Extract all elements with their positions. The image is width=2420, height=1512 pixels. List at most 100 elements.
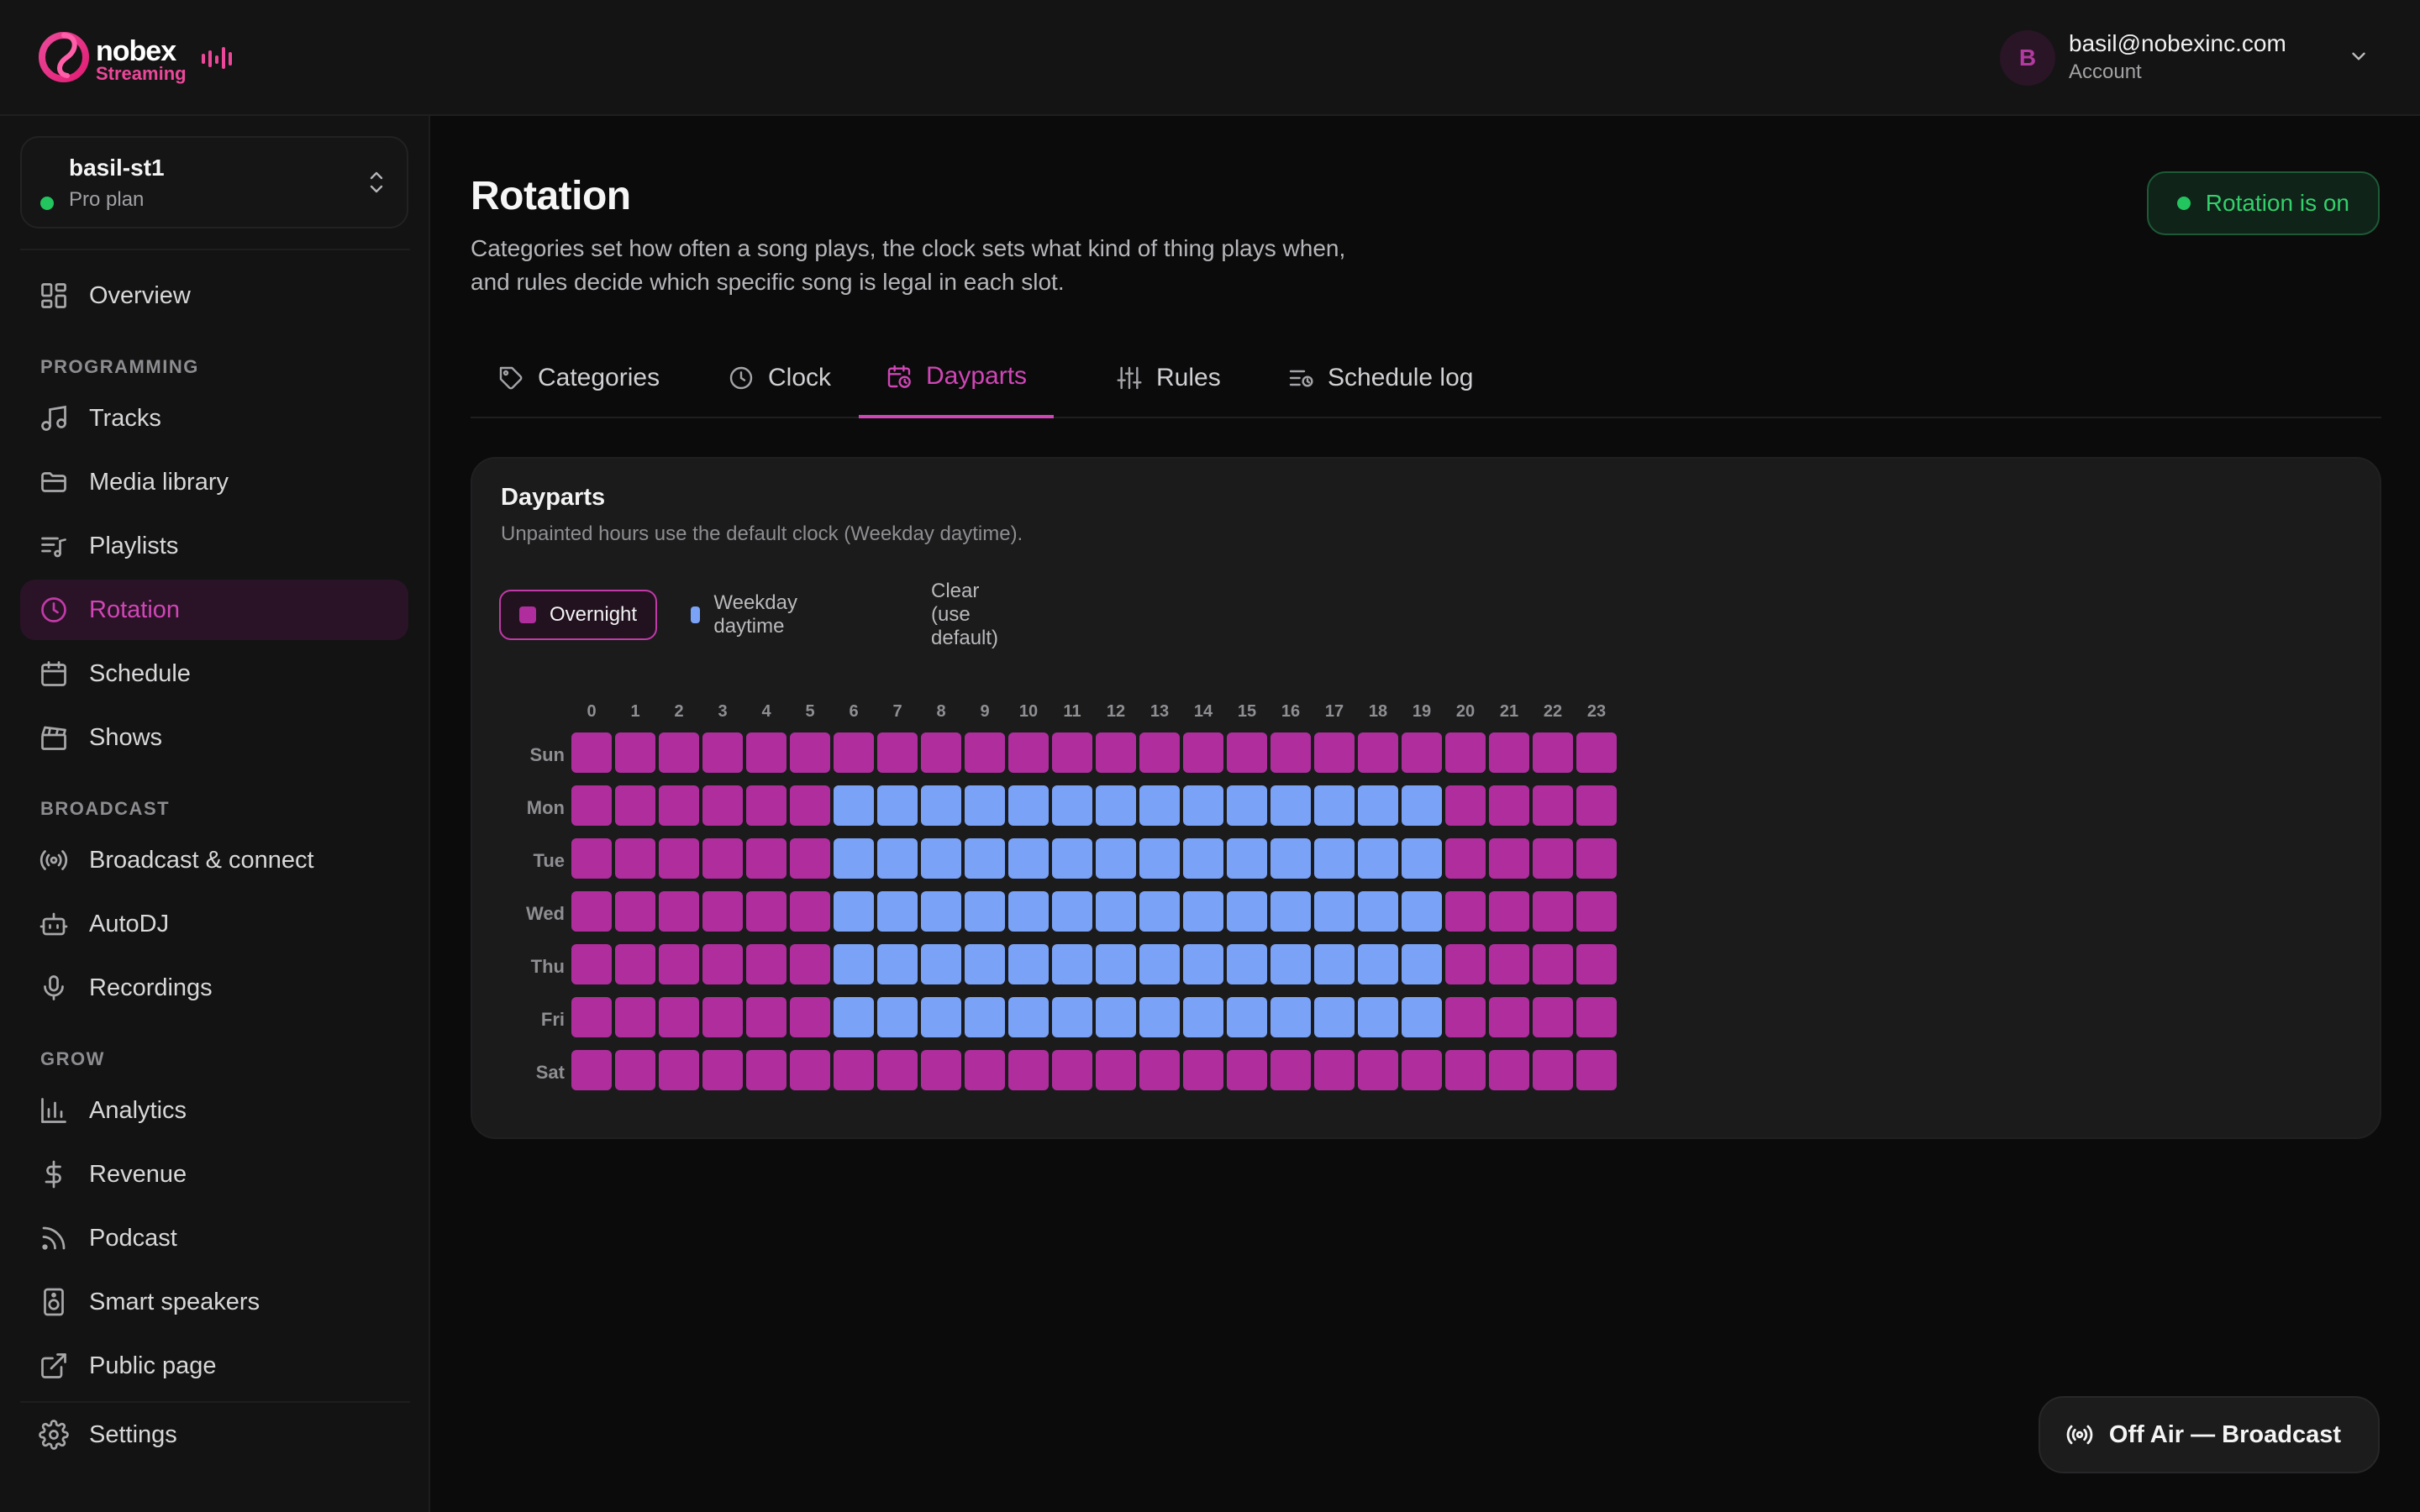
grid-cell[interactable] [1227,1050,1267,1090]
grid-cell[interactable] [1314,732,1355,773]
grid-cell[interactable] [1489,785,1529,826]
sidebar-item-rotation[interactable]: Rotation [20,580,408,640]
grid-cell[interactable] [1402,891,1442,932]
sidebar-item-shows[interactable]: Shows [20,707,408,768]
grid-cell[interactable] [1533,944,1573,984]
sidebar-item-autodj[interactable]: AutoDJ [20,894,408,954]
grid-cell[interactable] [1052,997,1092,1037]
grid-cell[interactable] [1445,785,1486,826]
grid-cell[interactable] [965,785,1005,826]
grid-cell[interactable] [1402,732,1442,773]
tab-schedule-log[interactable]: Schedule log [1260,338,1500,418]
grid-cell[interactable] [877,1050,918,1090]
grid-cell[interactable] [746,732,786,773]
grid-cell[interactable] [1489,944,1529,984]
brand-logo[interactable]: nobex Streaming [39,24,240,94]
grid-cell[interactable] [834,838,874,879]
grid-cell[interactable] [1227,944,1267,984]
grid-cell[interactable] [571,732,612,773]
grid-cell[interactable] [1576,997,1617,1037]
grid-cell[interactable] [702,838,743,879]
grid-cell[interactable] [790,997,830,1037]
sidebar-item-overview[interactable]: Overview [20,265,408,326]
grid-cell[interactable] [1052,785,1092,826]
sidebar-item-revenue[interactable]: Revenue [20,1144,408,1205]
grid-cell[interactable] [1489,838,1529,879]
grid-cell[interactable] [1533,732,1573,773]
grid-cell[interactable] [1183,997,1223,1037]
grid-cell[interactable] [1139,891,1180,932]
grid-cell[interactable] [834,891,874,932]
grid-cell[interactable] [1489,997,1529,1037]
grid-cell[interactable] [921,732,961,773]
grid-cell[interactable] [571,785,612,826]
grid-cell[interactable] [1270,732,1311,773]
grid-cell[interactable] [1402,785,1442,826]
grid-cell[interactable] [1139,944,1180,984]
grid-cell[interactable] [921,944,961,984]
grid-cell[interactable] [921,891,961,932]
sidebar-item-recordings[interactable]: Recordings [20,958,408,1018]
grid-cell[interactable] [1533,1050,1573,1090]
grid-cell[interactable] [571,944,612,984]
sidebar-item-tracks[interactable]: Tracks [20,388,408,449]
grid-cell[interactable] [965,838,1005,879]
grid-cell[interactable] [1576,1050,1617,1090]
grid-cell[interactable] [702,944,743,984]
grid-cell[interactable] [1183,785,1223,826]
grid-cell[interactable] [746,1050,786,1090]
grid-cell[interactable] [1008,838,1049,879]
grid-cell[interactable] [702,891,743,932]
sidebar-item-settings[interactable]: Settings [20,1404,408,1465]
grid-cell[interactable] [1445,732,1486,773]
grid-cell[interactable] [1052,891,1092,932]
grid-cell[interactable] [1358,785,1398,826]
grid-cell[interactable] [1139,997,1180,1037]
grid-cell[interactable] [921,1050,961,1090]
grid-cell[interactable] [659,944,699,984]
sidebar-item-broadcast-connect[interactable]: Broadcast & connect [20,830,408,890]
grid-cell[interactable] [1576,838,1617,879]
grid-cell[interactable] [1533,891,1573,932]
grid-cell[interactable] [790,891,830,932]
grid-cell[interactable] [834,944,874,984]
grid-cell[interactable] [1445,944,1486,984]
grid-cell[interactable] [921,997,961,1037]
grid-cell[interactable] [877,944,918,984]
grid-cell[interactable] [1533,997,1573,1037]
grid-cell[interactable] [1183,838,1223,879]
grid-cell[interactable] [1139,732,1180,773]
grid-cell[interactable] [1576,891,1617,932]
grid-cell[interactable] [1183,1050,1223,1090]
grid-cell[interactable] [659,785,699,826]
grid-cell[interactable] [1139,785,1180,826]
grid-cell[interactable] [746,838,786,879]
grid-cell[interactable] [1008,891,1049,932]
grid-cell[interactable] [965,997,1005,1037]
grid-cell[interactable] [877,997,918,1037]
grid-cell[interactable] [1358,891,1398,932]
rotation-status-badge[interactable]: Rotation is on [2146,171,2380,235]
grid-cell[interactable] [1402,997,1442,1037]
grid-cell[interactable] [834,1050,874,1090]
grid-cell[interactable] [834,785,874,826]
grid-cell[interactable] [1489,1050,1529,1090]
grid-cell[interactable] [659,891,699,932]
grid-cell[interactable] [877,785,918,826]
grid-cell[interactable] [790,732,830,773]
grid-cell[interactable] [571,1050,612,1090]
grid-cell[interactable] [1008,944,1049,984]
grid-cell[interactable] [1096,1050,1136,1090]
tab-categories[interactable]: Categories [471,338,687,418]
grid-cell[interactable] [965,891,1005,932]
grid-cell[interactable] [1358,838,1398,879]
grid-cell[interactable] [1183,891,1223,932]
sidebar-item-analytics[interactable]: Analytics [20,1080,408,1141]
grid-cell[interactable] [1096,838,1136,879]
grid-cell[interactable] [1489,732,1529,773]
grid-cell[interactable] [659,838,699,879]
grid-cell[interactable] [1227,997,1267,1037]
grid-cell[interactable] [1314,1050,1355,1090]
grid-cell[interactable] [1096,732,1136,773]
grid-cell[interactable] [921,785,961,826]
